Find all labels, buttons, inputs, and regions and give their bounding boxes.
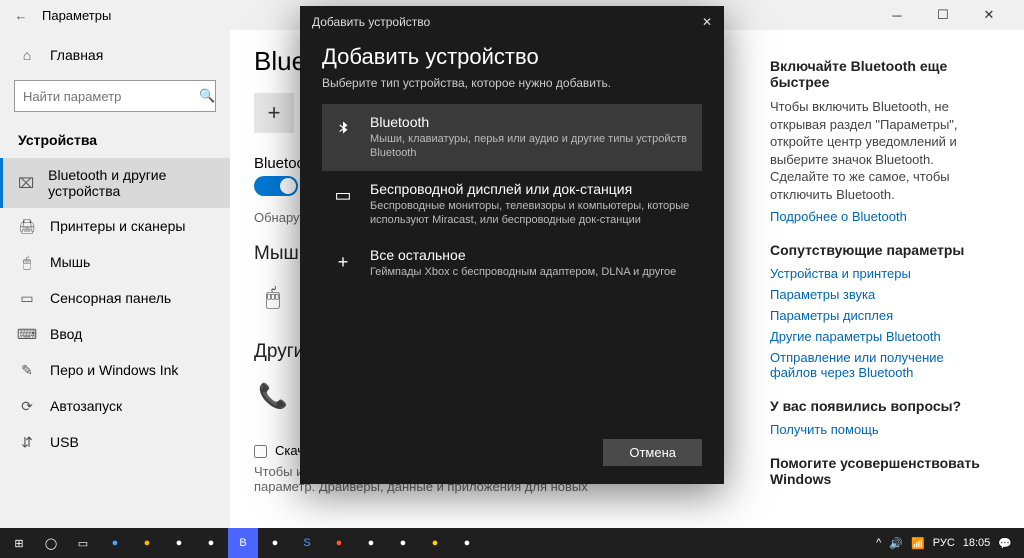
back-icon[interactable]: ← (12, 6, 30, 24)
close-icon[interactable]: ✕ (966, 0, 1012, 30)
start-icon[interactable]: ⊞ (4, 528, 34, 558)
tray-notifications-icon[interactable]: 💬 (998, 537, 1012, 550)
taskbar-app[interactable]: S (292, 528, 322, 558)
search-icon: 🔍 (199, 88, 215, 104)
sidebar-item-typing[interactable]: ⌨ Ввод (0, 316, 230, 352)
autoplay-icon: ⟳ (18, 397, 36, 415)
mouse-device-icon: 🖱 (254, 279, 292, 317)
home-icon: ⌂ (18, 46, 36, 64)
printer-icon: 🖨 (18, 217, 36, 235)
tray-chevron-icon[interactable]: ^ (876, 537, 881, 549)
taskbar: ⊞ ◯ ▭ ● ● ● ● B ● S ● ● ● ● ● ^ 🔊 📶 РУС … (0, 528, 1024, 558)
modal-title-small: Добавить устройство (312, 15, 430, 29)
sidebar-section-head: Устройства (0, 126, 230, 158)
bluetooth-icon (330, 116, 356, 142)
keyboard-icon: ⌨ (18, 325, 36, 343)
right-head-4: Помогите усовершенствовать Windows (770, 455, 990, 487)
sidebar-item-touchpad[interactable]: ▭ Сенсорная панель (0, 280, 230, 316)
maximize-icon[interactable]: ☐ (920, 0, 966, 30)
sidebar-item-label: Мышь (50, 254, 90, 270)
display-icon: ▭ (330, 183, 356, 209)
sidebar-item-usb[interactable]: ⇵ USB (0, 424, 230, 460)
modal-option-title: Все остальное (370, 247, 676, 263)
home-nav[interactable]: ⌂ Главная (0, 38, 230, 72)
modal-option-desc: Мыши, клавиатуры, перья или аудио и друг… (370, 132, 694, 161)
metered-checkbox[interactable] (254, 445, 267, 458)
modal-option-everything-else[interactable]: + Все остальное Геймпады Xbox с беспрово… (322, 237, 702, 289)
settings-sidebar: ⌂ Главная 🔍 Устройства ⌧ Bluetooth и дру… (0, 30, 230, 558)
link-learn-bluetooth[interactable]: Подробнее о Bluetooth (770, 209, 990, 224)
tray-time[interactable]: 18:05 (963, 537, 991, 549)
taskbar-app[interactable]: B (228, 528, 258, 558)
modal-option-desc: Беспроводные мониторы, телевизоры и комп… (370, 199, 694, 228)
right-head-1: Включайте Bluetooth еще быстрее (770, 58, 990, 90)
add-device-button[interactable]: + (254, 93, 294, 133)
sidebar-item-label: Сенсорная панель (50, 290, 171, 306)
sidebar-item-label: Ввод (50, 326, 82, 342)
cancel-button[interactable]: Отмена (603, 439, 702, 466)
cortana-icon[interactable]: ◯ (36, 528, 66, 558)
taskbar-app[interactable]: ● (132, 528, 162, 558)
app-name: Параметры (42, 8, 111, 23)
modal-option-wireless-display[interactable]: ▭ Беспроводной дисплей или док-станция Б… (322, 171, 702, 238)
tray-wifi-icon[interactable]: 📶 (911, 537, 925, 550)
plus-icon: + (330, 249, 356, 275)
right-head-2: Сопутствующие параметры (770, 242, 990, 258)
modal-option-title: Беспроводной дисплей или док-станция (370, 181, 694, 197)
taskbar-app[interactable]: ● (260, 528, 290, 558)
tray-lang[interactable]: РУС (933, 537, 955, 549)
search-input[interactable] (23, 89, 199, 104)
tray-volume-icon[interactable]: 🔊 (889, 537, 903, 550)
sidebar-item-printers[interactable]: 🖨 Принтеры и сканеры (0, 208, 230, 244)
sidebar-item-label: Bluetooth и другие устройства (48, 167, 212, 199)
link-get-help[interactable]: Получить помощь (770, 422, 990, 437)
modal-subtitle: Выберите тип устройства, которое нужно д… (322, 76, 702, 90)
sidebar-item-label: Автозапуск (50, 398, 122, 414)
phone-device-icon: 📞 (254, 377, 292, 415)
link-more-bluetooth[interactable]: Другие параметры Bluetooth (770, 329, 990, 344)
search-input-wrap[interactable]: 🔍 (14, 80, 216, 112)
taskbar-app[interactable]: ● (356, 528, 386, 558)
taskview-icon[interactable]: ▭ (68, 528, 98, 558)
devices-icon: ⌧ (18, 174, 34, 192)
taskbar-app[interactable]: ● (196, 528, 226, 558)
sidebar-item-label: USB (50, 434, 79, 450)
bluetooth-toggle[interactable] (254, 176, 298, 196)
modal-close-icon[interactable]: ✕ (702, 15, 712, 29)
taskbar-app[interactable]: ● (100, 528, 130, 558)
modal-title: Добавить устройство (322, 44, 702, 70)
taskbar-app[interactable]: ● (164, 528, 194, 558)
sidebar-item-label: Принтеры и сканеры (50, 218, 185, 234)
taskbar-app[interactable]: ● (324, 528, 354, 558)
link-sound-settings[interactable]: Параметры звука (770, 287, 990, 302)
link-devices-printers[interactable]: Устройства и принтеры (770, 266, 990, 281)
sidebar-item-autoplay[interactable]: ⟳ Автозапуск (0, 388, 230, 424)
usb-icon: ⇵ (18, 433, 36, 451)
add-device-modal: Добавить устройство ✕ Добавить устройств… (300, 6, 724, 484)
taskbar-app[interactable]: ● (388, 528, 418, 558)
modal-option-title: Bluetooth (370, 114, 694, 130)
taskbar-app[interactable]: ● (452, 528, 482, 558)
link-send-receive-bt[interactable]: Отправление или получение файлов через B… (770, 350, 990, 380)
sidebar-item-mouse[interactable]: 🖱 Мышь (0, 244, 230, 280)
right-head-3: У вас появились вопросы? (770, 398, 990, 414)
minimize-icon[interactable]: ─ (874, 0, 920, 30)
sidebar-item-pen[interactable]: ✎ Перо и Windows Ink (0, 352, 230, 388)
mouse-icon: 🖱 (18, 253, 36, 271)
modal-option-desc: Геймпады Xbox с беспроводным адаптером, … (370, 265, 676, 279)
pen-icon: ✎ (18, 361, 36, 379)
modal-option-bluetooth[interactable]: Bluetooth Мыши, клавиатуры, перья или ау… (322, 104, 702, 171)
taskbar-app[interactable]: ● (420, 528, 450, 558)
home-label: Главная (50, 47, 103, 63)
sidebar-item-bluetooth[interactable]: ⌧ Bluetooth и другие устройства (0, 158, 230, 208)
right-para-1: Чтобы включить Bluetooth, не открывая ра… (770, 98, 990, 203)
link-display-settings[interactable]: Параметры дисплея (770, 308, 990, 323)
touchpad-icon: ▭ (18, 289, 36, 307)
sidebar-item-label: Перо и Windows Ink (50, 362, 178, 378)
